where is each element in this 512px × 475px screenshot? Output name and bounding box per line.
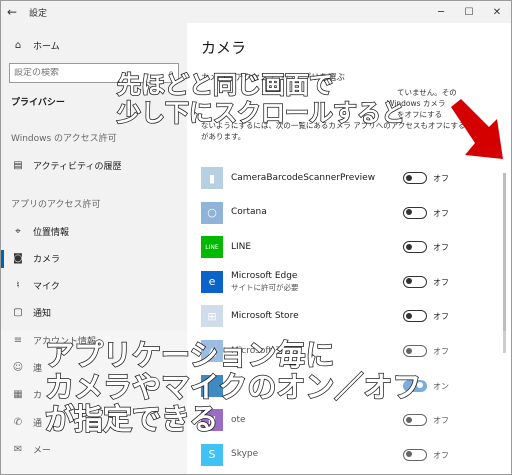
- toggle-state-label: オフ: [433, 450, 449, 460]
- annotation-line: 少し下にスクロールすると: [116, 98, 406, 128]
- app-row: ⊞ Microsoft Store: [201, 298, 497, 334]
- skype-icon: S: [201, 443, 223, 466]
- permission-toggle[interactable]: [403, 310, 427, 323]
- section-heading-windows: Windows のアクセス許可: [11, 134, 117, 144]
- permission-toggle[interactable]: [403, 172, 427, 184]
- app-row: S Skype: [201, 437, 497, 473]
- section-title-privacy: プライバシー: [11, 98, 65, 108]
- permission-toggle[interactable]: [403, 241, 427, 254]
- store-icon: ⊞: [201, 305, 223, 328]
- back-arrow-icon[interactable]: ←: [1, 1, 23, 23]
- app-name: CameraBarcodeScannerPreview: [231, 172, 376, 183]
- toggle-state-label: オフ: [433, 243, 449, 253]
- toggle-state-label: オフ: [433, 347, 449, 356]
- sidebar-item-microphone[interactable]: ♮ マイク: [1, 274, 187, 298]
- title-bar: ← 設定 ─ ☐ ✕: [1, 1, 511, 23]
- cortana-icon: ○: [201, 201, 223, 224]
- contacts-icon: ☺: [12, 362, 24, 373]
- sidebar-item-label: 位置情報: [33, 227, 70, 238]
- section-heading-apps: アプリのアクセス許可: [11, 200, 101, 210]
- maximize-button[interactable]: ☐: [455, 1, 483, 23]
- camera-icon: ◙: [13, 252, 23, 264]
- sidebar-item-label: マイク: [33, 282, 60, 293]
- sidebar-item-label: カ: [33, 391, 43, 402]
- app-name: Skype: [231, 449, 259, 460]
- sidebar-item-label: カメラ: [33, 254, 61, 265]
- line-icon: LINE: [201, 236, 223, 259]
- close-button[interactable]: ✕: [483, 1, 511, 23]
- sidebar-item-label: 通: [33, 418, 43, 429]
- toggle-state-label: オフ: [433, 208, 449, 218]
- toggle-state-label: オフ: [433, 174, 449, 183]
- call-icon: ✆: [13, 416, 23, 428]
- annotation-line: が指定できる: [44, 402, 219, 436]
- app-name: Microsoft Edge: [231, 270, 298, 281]
- permission-toggle[interactable]: [403, 448, 427, 461]
- app-row: ▮ CameraBarcodeScannerPreview: [201, 160, 497, 196]
- app-subtext: サイトに許可が必要: [231, 282, 299, 292]
- app-row: ○ Cortana: [201, 195, 497, 231]
- sidebar-item-label: 通知: [33, 309, 52, 320]
- toggle-knob: [406, 451, 412, 458]
- sidebar-item-activity[interactable]: ▤ アクティビティの履歴: [1, 153, 187, 177]
- page-title: カメラ: [201, 39, 247, 57]
- account-icon: ≡: [13, 334, 23, 346]
- toggle-knob: [406, 174, 412, 181]
- annotation-bottom: アプリケーション毎に カメラやマイクのオン／オフ が指定できる: [44, 338, 422, 436]
- barcode-scanner-icon: ▮: [201, 167, 223, 189]
- toggle-knob: [406, 243, 412, 250]
- toggle-knob: [406, 278, 412, 285]
- permission-toggle[interactable]: [403, 206, 427, 219]
- settings-window: ← 設定 ─ ☐ ✕ ⌂ ホーム ⌕ プライバシー Windows のアクセス許…: [0, 0, 512, 475]
- app-row: e Microsoft Edge サイトに許可が必要: [201, 264, 497, 300]
- activity-icon: ▤: [13, 159, 23, 171]
- annotation-line: アプリケーション毎に: [44, 338, 335, 372]
- home-icon: ⌂: [14, 39, 22, 51]
- sidebar-item-label: 連: [33, 364, 43, 374]
- app-name: LINE: [231, 241, 252, 252]
- sidebar-item-label: ホーム: [33, 41, 60, 52]
- minimize-button[interactable]: ─: [427, 1, 455, 23]
- app-row: LINE LINE: [201, 229, 497, 265]
- sidebar-item-location[interactable]: ⌖ 位置情報: [1, 219, 187, 243]
- sidebar-item-label: アクティビティの履歴: [33, 161, 122, 172]
- mail-icon: ✉: [13, 443, 23, 455]
- toggle-state-label: オン: [433, 381, 449, 391]
- annotation-line: 先ほどと同じ画面で: [116, 70, 334, 100]
- selected-indicator: [1, 250, 4, 268]
- permission-toggle[interactable]: [403, 275, 427, 288]
- toggle-state-label: オフ: [433, 277, 449, 287]
- annotation-top: 先ほどと同じ画面で 少し下にスクロールすると: [116, 70, 406, 128]
- sidebar-item-label: メー: [33, 445, 52, 456]
- sidebar-item-notification[interactable]: ▢ 通知: [1, 301, 187, 325]
- toggle-knob: [406, 312, 412, 319]
- red-arrow-icon: [451, 99, 503, 159]
- sidebar-item-mail[interactable]: ✉ メー: [1, 437, 187, 461]
- calendar-icon: ▦: [13, 389, 23, 401]
- window-title: 設定: [29, 8, 48, 19]
- sidebar-item-home[interactable]: ⌂ ホーム: [1, 33, 187, 57]
- toggle-state-label: オフ: [433, 312, 449, 322]
- sidebar-item-camera[interactable]: ◙ カメラ: [1, 246, 187, 270]
- microphone-icon: ♮: [16, 280, 20, 292]
- notification-icon: ▢: [13, 307, 23, 319]
- scrollbar[interactable]: [503, 173, 506, 353]
- app-name: Microsoft Store: [231, 310, 299, 321]
- toggle-state-label: オフ: [433, 416, 449, 426]
- edge-icon: e: [201, 270, 223, 293]
- location-icon: ⌖: [15, 225, 21, 237]
- annotation-line: カメラやマイクのオン／オフ: [44, 370, 422, 404]
- app-name: Cortana: [231, 207, 267, 218]
- toggle-knob: [406, 209, 412, 216]
